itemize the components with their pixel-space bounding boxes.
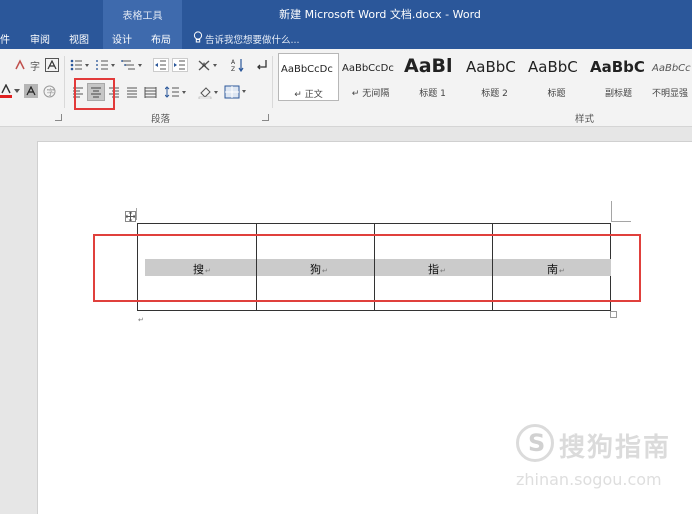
- chinese-layout-icon[interactable]: A: [196, 57, 220, 73]
- svg-text:字: 字: [30, 60, 40, 71]
- phonetic-guide-icon[interactable]: 字: [28, 58, 42, 72]
- margin-marker: [611, 201, 612, 222]
- tell-me-search[interactable]: 告诉我您想要做什么...: [205, 32, 300, 46]
- paragraph-mark: ↵: [138, 316, 144, 324]
- watermark-text: 搜狗指南: [559, 433, 672, 463]
- increase-indent-icon[interactable]: [172, 58, 188, 72]
- line-spacing-icon[interactable]: [164, 84, 188, 100]
- font-color-icon[interactable]: [0, 84, 12, 98]
- bullets-button[interactable]: [69, 57, 91, 73]
- tab-design[interactable]: 设计: [112, 31, 132, 46]
- margin-marker: [611, 221, 631, 222]
- watermark-url: zhinan.sogou.com: [516, 470, 662, 489]
- justify-icon[interactable]: [124, 84, 140, 100]
- text-effects-icon[interactable]: [13, 58, 27, 72]
- style-sample: AaBl: [404, 55, 453, 77]
- character-shading-icon[interactable]: [24, 84, 38, 98]
- styles-group-label: 样式: [575, 114, 595, 125]
- align-center-highlight-box: [74, 78, 115, 110]
- style-sample: AaBbC: [590, 58, 645, 76]
- font-dialog-launcher-icon[interactable]: [55, 114, 62, 121]
- margin-marker: [136, 208, 137, 220]
- enclose-characters-icon[interactable]: 字: [42, 84, 56, 98]
- distributed-icon[interactable]: [142, 84, 158, 100]
- table-row-highlight-box: [93, 234, 641, 302]
- lightbulb-icon: [193, 31, 203, 43]
- tab-layout[interactable]: 布局: [151, 31, 171, 46]
- borders-icon[interactable]: [223, 83, 249, 100]
- paragraph-group-label: 段落: [151, 114, 171, 125]
- style-name: 副标题: [604, 89, 632, 99]
- tab-file[interactable]: 件: [0, 31, 10, 46]
- style-name: 标题: [547, 89, 566, 99]
- logo-letter: S: [528, 429, 546, 457]
- svg-text:字: 字: [46, 87, 54, 97]
- group-separator: [272, 56, 273, 108]
- style-heading-2[interactable]: AaBbC 标题 2: [464, 53, 525, 101]
- style-sample: AaBbCcDc: [281, 64, 333, 75]
- window-title: 新建 Microsoft Word 文档.docx - Word: [279, 8, 481, 21]
- style-no-spacing[interactable]: AaBbCcDc ↵ 无间隔: [340, 53, 401, 101]
- svg-text:Z: Z: [231, 66, 235, 72]
- show-formatting-marks-icon[interactable]: [253, 57, 269, 73]
- style-subtitle[interactable]: AaBbC 副标题: [588, 53, 649, 101]
- font-color-dropdown-icon[interactable]: [13, 86, 21, 96]
- style-title[interactable]: AaBbC 标题: [526, 53, 587, 101]
- style-sample: AaBbC: [466, 58, 516, 76]
- style-name: 不明显强: [652, 89, 689, 99]
- group-separator: [64, 56, 65, 108]
- multilevel-list-button[interactable]: [120, 57, 144, 73]
- numbering-button[interactable]: [95, 57, 117, 73]
- svg-text:A: A: [231, 59, 236, 66]
- style-name: ↵ 无间隔: [351, 89, 390, 99]
- style-heading-1[interactable]: AaBl 标题 1: [402, 53, 463, 101]
- table-resize-handle[interactable]: [610, 311, 617, 318]
- shading-icon[interactable]: [197, 84, 221, 100]
- ribbon-tab-row: [0, 27, 692, 49]
- sogou-logo-icon: S: [516, 424, 554, 462]
- style-name: 标题 1: [419, 89, 446, 99]
- decrease-indent-icon[interactable]: [153, 58, 169, 72]
- styles-gallery: AaBbCcDc ↵ 正文 AaBbCcDc ↵ 无间隔 AaBl 标题 1 A…: [278, 53, 692, 101]
- style-subtle-emphasis[interactable]: AaBbCc 不明显强: [650, 53, 692, 101]
- tab-view[interactable]: 视图: [69, 31, 89, 46]
- tab-review[interactable]: 审阅: [30, 31, 50, 46]
- style-sample: AaBbCc: [652, 63, 691, 74]
- character-border-icon[interactable]: [45, 58, 59, 72]
- style-name: 标题 2: [481, 89, 508, 99]
- table-move-handle[interactable]: [125, 211, 136, 222]
- style-sample: AaBbC: [528, 58, 578, 76]
- style-normal[interactable]: AaBbCcDc ↵ 正文: [278, 53, 339, 101]
- sort-icon[interactable]: AZ: [230, 57, 246, 73]
- style-name: ↵ 正文: [294, 90, 323, 100]
- table-tools-label: 表格工具: [122, 11, 163, 22]
- paragraph-dialog-launcher-icon[interactable]: [262, 114, 269, 121]
- style-sample: AaBbCcDc: [342, 63, 394, 74]
